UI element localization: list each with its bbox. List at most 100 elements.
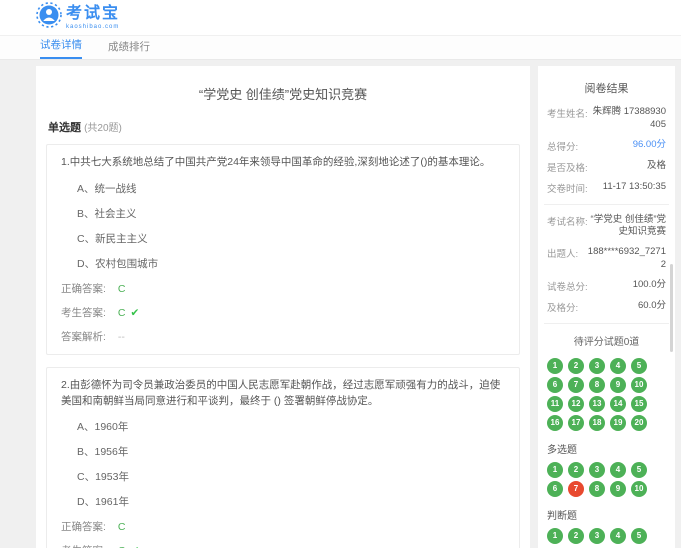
question-number-grid: 12345 6789 10 [547,462,666,500]
question-number-13[interactable]: 13 [589,396,605,412]
info-value: 朱辉腾 17388930405 [588,106,666,132]
question-number-1[interactable]: 1 [547,462,563,478]
question-list: 1.中共七大系统地总结了中国共产党24年来领导中国革命的经验,深刻地论述了()的… [46,144,520,548]
question-number-grid: 12345 [547,528,666,547]
info-row: 试卷总分:100.0分 [547,279,666,293]
question-number-5[interactable]: 5 [631,528,647,544]
question-number-7[interactable]: 7 [568,481,584,497]
question-option[interactable]: D、1961年 [77,494,505,509]
question-number-1[interactable]: 1 [547,528,563,544]
question-number-8[interactable]: 8 [589,481,605,497]
divider [544,323,669,324]
analysis-row: 答案解析: -- [61,329,505,344]
question-number-3[interactable]: 3 [589,358,605,374]
question-number-9[interactable]: 9 [610,481,626,497]
info-value: “学党史 创佳绩”党史知识竞赛 [588,214,666,240]
info-row: 及格分:60.0分 [547,300,666,314]
info-value: 96.00分 [633,139,666,153]
question-card: 1.中共七大系统地总结了中国共产党24年来领导中国革命的经验,深刻地论述了()的… [46,144,520,355]
question-option[interactable]: B、社会主义 [77,206,505,221]
info-value: 及格 [647,160,666,174]
tab-bar: 试卷详情 成绩排行 [0,36,681,60]
question-number-15[interactable]: 15 [631,396,647,412]
divider [544,204,669,205]
question-number-19[interactable]: 19 [610,415,626,431]
student-answer-value: C [118,307,126,319]
question-option[interactable]: A、统一战线 [77,181,505,196]
question-option[interactable]: B、1956年 [77,444,505,459]
info-label: 交卷时间: [547,181,588,195]
exam-detail-card: “学党史 创佳绩”党史知识竞赛 单选题 (共20题) 1.中共七大系统地总结了中… [36,66,530,548]
question-number-4[interactable]: 4 [610,358,626,374]
question-number-6[interactable]: 6 [547,377,563,393]
question-number-18[interactable]: 18 [589,415,605,431]
question-number-5[interactable]: 5 [631,462,647,478]
result-info-rows: 考生姓名:朱辉腾 17388930405 总得分: 96.00分是否及格:及格交卷时… [547,106,666,195]
info-label: 总得分: [547,139,578,153]
info-row: 是否及格:及格 [547,160,666,174]
question-number-7[interactable]: 7 [568,377,584,393]
tab-score-rank[interactable]: 成绩排行 [108,39,150,59]
info-label: 考试名称: [547,214,588,240]
student-answer-row: 考生答案:C✔ [61,305,505,320]
info-label: 考生姓名: [547,106,588,132]
exam-info-rows: 考试名称:“学党史 创佳绩”党史知识竞赛出题人:188****6932_7271… [547,214,666,314]
question-number-1[interactable]: 1 [547,358,563,374]
question-number-8[interactable]: 8 [589,377,605,393]
badge-icon [36,2,62,33]
tab-exam-detail[interactable]: 试卷详情 [40,37,82,59]
info-row: 出题人:188****6932_72712 [547,246,666,272]
question-number-10[interactable]: 10 [631,481,647,497]
exam-title: “学党史 创佳绩”党史知识竞赛 [46,84,520,103]
scrollbar-thumb[interactable] [670,264,673,352]
section-count: (共20题) [84,123,122,134]
correct-answer-value: C [118,283,126,295]
question-option[interactable]: D、农村包围城市 [77,256,505,271]
question-number-5[interactable]: 5 [631,358,647,374]
question-number-12[interactable]: 12 [568,396,584,412]
info-value: 100.0分 [633,279,666,293]
question-number-2[interactable]: 2 [568,528,584,544]
question-number-4[interactable]: 4 [610,462,626,478]
question-number-14[interactable]: 14 [610,396,626,412]
pending-questions-title: 待评分试题0道 [547,333,666,348]
question-card: 2.由彭德怀为司令员兼政治委员的中国人民志愿军赴朝作战，经过志愿军顽强有力的战斗… [46,367,520,548]
question-number-16[interactable]: 16 [547,415,563,431]
student-answer-row: 考生答案:C✔ [61,543,505,548]
question-text: 1.中共七大系统地总结了中国共产党24年来领导中国革命的经验,深刻地论述了()的… [61,155,505,171]
correct-answer-label: 正确答案: [61,521,106,533]
question-number-10[interactable]: 10 [631,377,647,393]
question-number-17[interactable]: 17 [568,415,584,431]
question-text: 2.由彭德怀为司令员兼政治委员的中国人民志愿军赴朝作战，经过志愿军顽强有力的战斗… [61,378,505,410]
analysis-value: -- [118,331,125,343]
question-option[interactable]: A、1960年 [77,419,505,434]
correct-answer-row: 正确答案: C [61,281,505,296]
info-row: 总得分: 96.00分 [547,139,666,153]
question-group-label: 判断题 [547,507,666,522]
question-number-11[interactable]: 11 [547,396,563,412]
question-number-4[interactable]: 4 [610,528,626,544]
question-number-3[interactable]: 3 [589,462,605,478]
question-number-2[interactable]: 2 [568,462,584,478]
section-label: 单选题 (共20题) [48,119,518,135]
top-header: 考试宝 kaoshibao.com [0,0,681,36]
question-number-2[interactable]: 2 [568,358,584,374]
app-logo[interactable]: 考试宝 kaoshibao.com [36,2,120,33]
question-number-6[interactable]: 6 [547,481,563,497]
question-number-3[interactable]: 3 [589,528,605,544]
correct-answer-label: 正确答案: [61,283,106,295]
info-row: 交卷时间:11-17 13:50:35 [547,181,666,195]
logo-title: 考试宝 [66,6,120,22]
question-group-label: 多选题 [547,441,666,456]
question-option[interactable]: C、新民主主义 [77,231,505,246]
question-number-9[interactable]: 9 [610,377,626,393]
correct-answer-value: C [118,521,126,533]
info-value: 60.0分 [638,300,666,314]
result-sidebar: 阅卷结果 考生姓名:朱辉腾 17388930405总得分:96.00分是否及格:… [538,66,675,548]
logo-subtitle: kaoshibao.com [66,24,120,30]
analysis-label: 答案解析: [61,331,106,343]
correct-answer-row: 正确答案: C [61,519,505,534]
question-option[interactable]: C、1953年 [77,469,505,484]
question-number-20[interactable]: 20 [631,415,647,431]
question-number-groups: 1234567891011121314151617181920多选题123456… [547,358,666,547]
